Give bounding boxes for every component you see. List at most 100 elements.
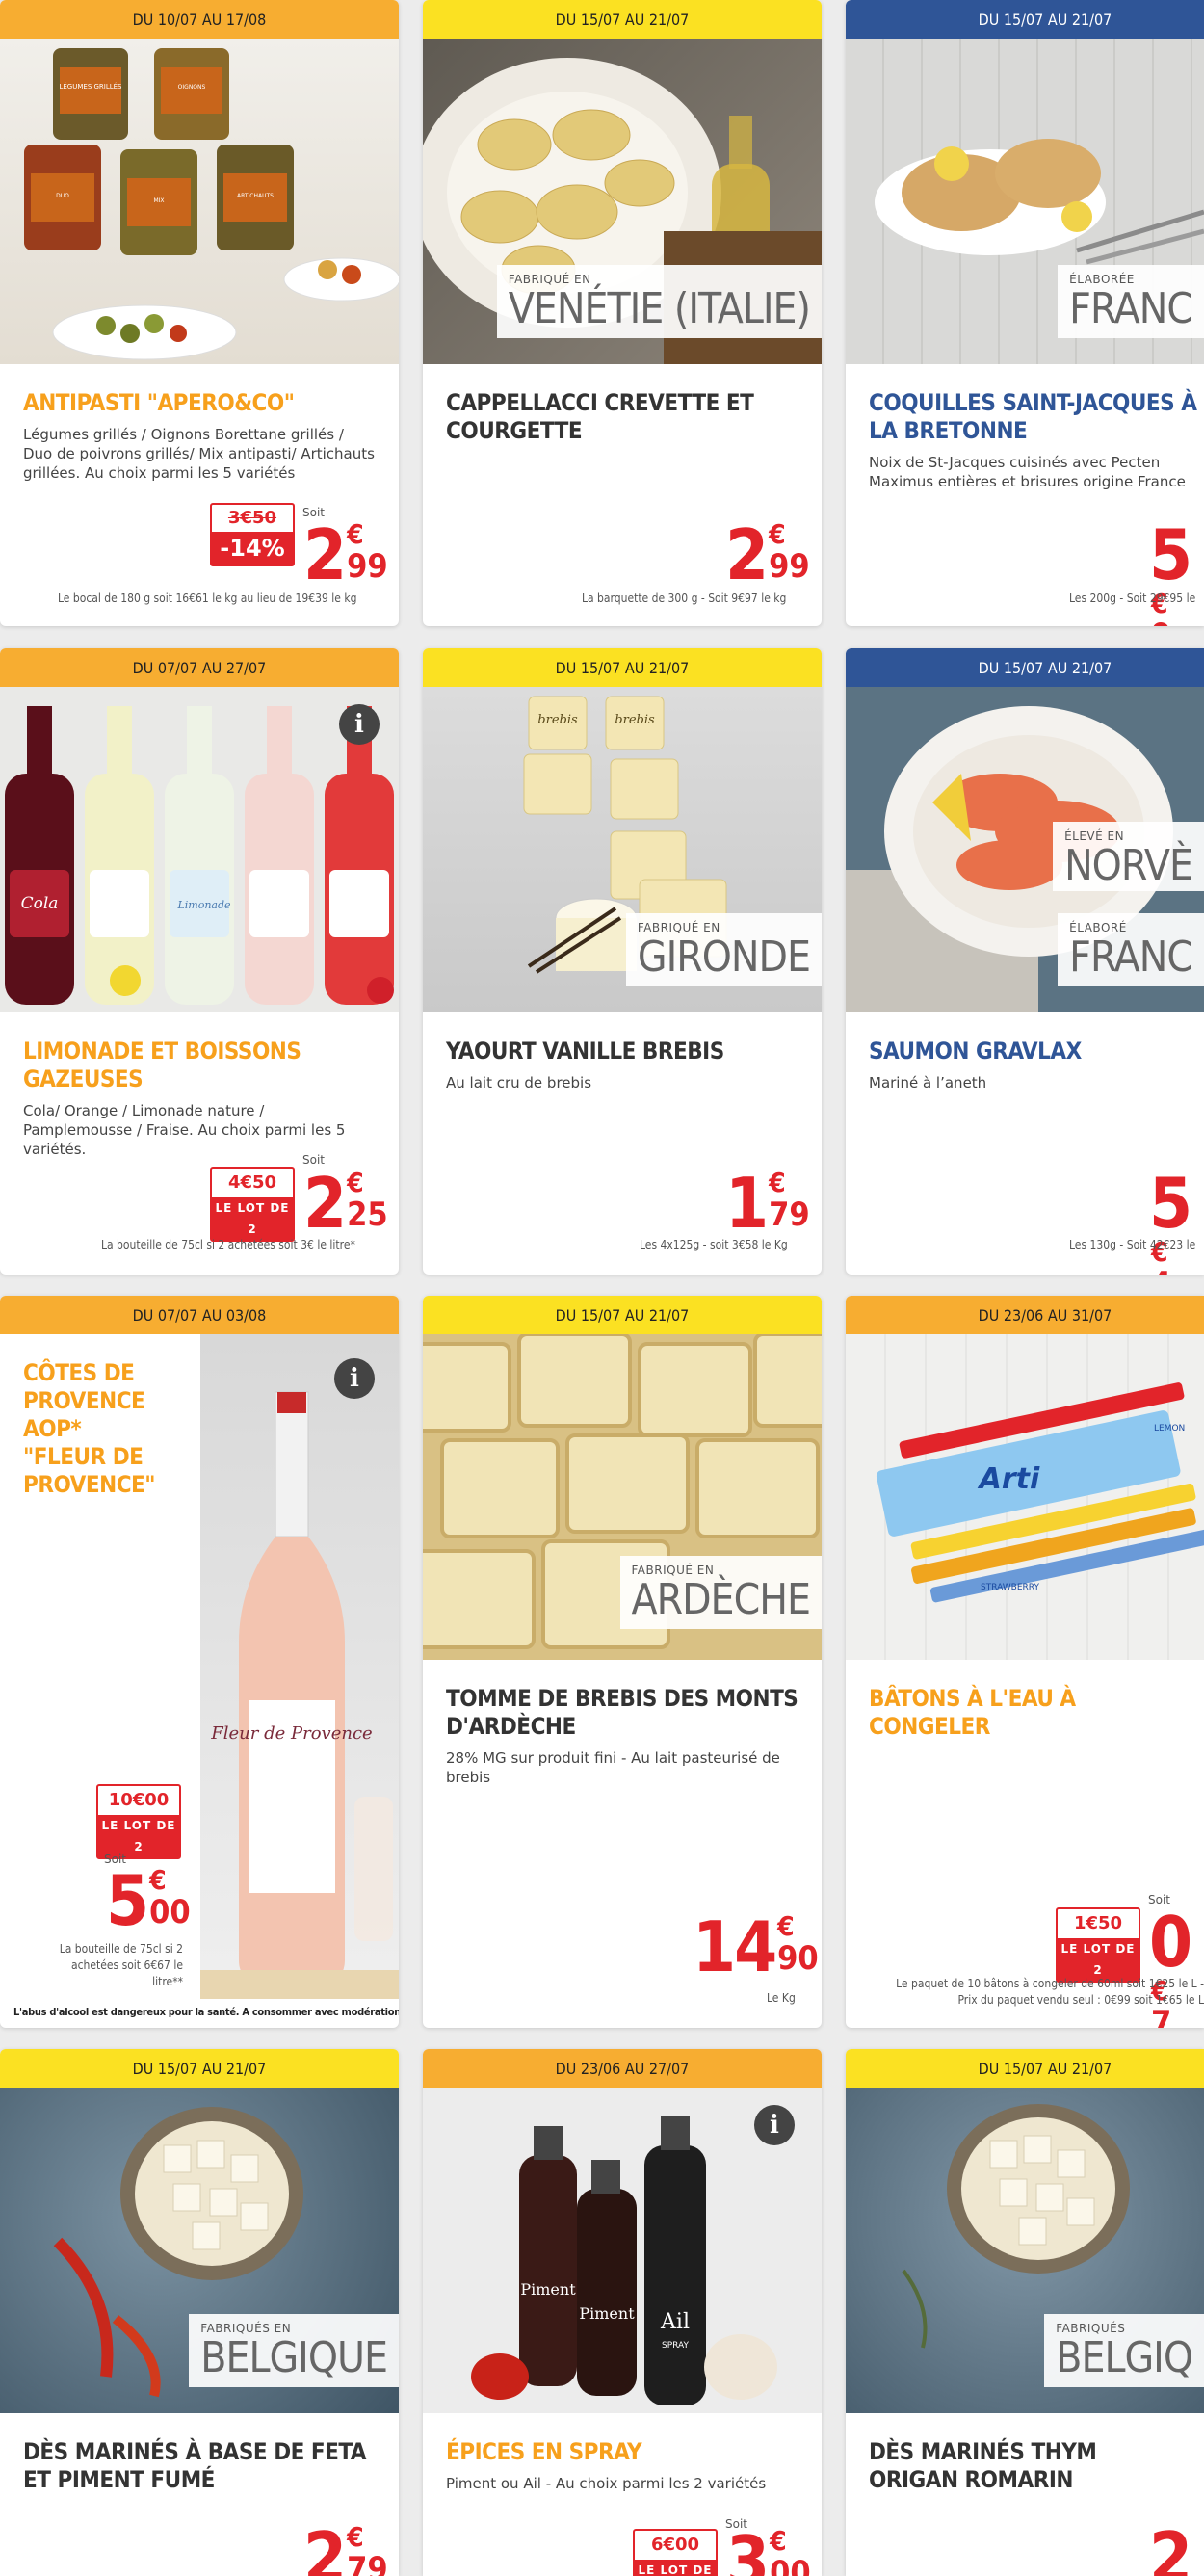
price-footnote: Les 200g - Soit 29€95 le [1069,591,1196,605]
product-title: TOMME DE BREBIS DES MONTS D'ARDÈCHE [446,1685,798,1740]
product-card-limonade[interactable]: DU 07/07 AU 27/07 Cola Limonade i LIMONA… [0,648,399,1275]
promo-date-banner: DU 07/07 AU 03/08 [0,1296,399,1334]
price: 2 €79 [303,2517,388,2576]
product-card-coquilles[interactable]: DU 15/07 AU 21/07 ÉLABORÉE FRANC COQUILL… [846,0,1204,626]
lot-badge: 6€00 LE LOT DE 2 [633,2529,718,2576]
product-card-des-marines-feta[interactable]: DU 15/07 AU 21/07 FABRIQUÉS EN BELGIQUE … [0,2049,399,2576]
svg-text:SPRAY: SPRAY [662,2341,689,2351]
info-icon[interactable]: i [334,1358,375,1399]
svg-text:LEMON: LEMON [1154,1424,1185,1433]
promo-date-banner: DU 23/06 AU 31/07 [846,1296,1204,1334]
product-description: 28% MG sur produit fini - Au lait pasteu… [446,1749,780,1786]
price: 2 €25 [303,1163,388,1244]
product-card-antipasti[interactable]: DU 10/07 AU 17/08 LÉGUMES GRILLÉS OIGNON… [0,0,399,626]
price-footnote: Les 130g - Soit 42€23 le [1069,1238,1196,1251]
product-card-batons-glace[interactable]: DU 23/06 AU 31/07 Arti LEMON STRAWBERRY … [846,1296,1204,2028]
origin-tag: FABRIQUÉ EN ARDÈCHE [619,1556,822,1629]
product-description: Légumes grillés / Oignons Borettane gril… [23,426,375,482]
svg-text:Piment: Piment [579,2304,635,2323]
product-title: BÂTONS À L'EAU À CONGELER [869,1685,1076,1740]
price-footnote: La bouteille de 75cl si 2 achetées soit … [101,1238,355,1251]
promo-date-banner: DU 15/07 AU 21/07 [423,648,822,687]
price: 2 €99 [303,514,388,595]
product-photo: brebis brebis FABRIQUÉ EN GIRONDE [423,687,822,1012]
product-title: DÈS MARINÉS À BASE DE FETA ET PIMENT FUM… [23,2438,366,2493]
promo-date-banner: DU 15/07 AU 21/07 [846,2049,1204,2088]
discount-badge: 3€50 -14% [210,503,295,566]
svg-text:OIGNONS: OIGNONS [178,84,206,91]
svg-text:brebis: brebis [537,713,578,727]
svg-text:STRAWBERRY: STRAWBERRY [981,1583,1039,1592]
lot-old-price: 6€00 [650,2535,700,2555]
promo-date-banner: DU 07/07 AU 27/07 [0,648,399,687]
svg-text:Limonade: Limonade [176,899,231,911]
promo-date-banner: DU 15/07 AU 21/07 [423,1296,822,1334]
product-description: Noix de St-Jacques cuisinés avec Pecten … [869,454,1186,490]
lot-old-price: 4€50 [227,1172,277,1193]
wine-bottle-image: Fleur de Provence [200,1391,399,1999]
price: 3 €00 [726,2521,811,2576]
svg-text:Ail: Ail [660,2310,690,2334]
lot-badge: 4€50 LE LOT DE 2 [210,1167,295,1242]
origin-tag: FABRIQUÉ EN VENÉTIE (ITALIE) [496,265,822,338]
origin-tag: FABRIQUÉS BELGIQ [1044,2314,1204,2387]
product-card-epices-spray[interactable]: DU 23/06 AU 27/07 Piment Piment Ail SPRA… [423,2049,822,2576]
product-card-des-marines-thym[interactable]: DU 15/07 AU 21/07 FABRIQUÉS BELGIQ DÈS M… [846,2049,1204,2576]
alcohol-disclaimer: L'abus d'alcool est dangereux pour la sa… [13,2006,399,2018]
info-icon[interactable]: i [754,2105,795,2145]
origin-tag: FABRIQUÉ EN GIRONDE [625,913,822,986]
price: 0 €7 [1149,1902,1192,2028]
product-title: CAPPELLACCI CREVETTE ET COURGETTE [446,389,754,444]
origin-tag: FABRIQUÉS EN BELGIQUE [189,2314,399,2387]
product-photo: FABRIQUÉ EN VENÉTIE (ITALIE) [423,39,822,364]
promo-date-banner: DU 15/07 AU 21/07 [846,648,1204,687]
product-title: DÈS MARINÉS THYM ORIGAN ROMARIN [869,2438,1097,2493]
product-photo: Cola Limonade i [0,687,399,1012]
product-photo: FABRIQUÉ EN ARDÈCHE [423,1334,822,1660]
price: 5 €00 [106,1860,191,1941]
lot-badge: 1€50 LE LOT DE 2 [1056,1907,1140,1983]
price: 5€9 [1149,514,1192,626]
product-photo: FABRIQUÉS EN BELGIQUE [0,2088,399,2413]
product-photo: Piment Piment Ail SPRAY i [423,2088,822,2413]
lot-old-price: 1€50 [1073,1913,1123,1933]
svg-text:Piment: Piment [520,2280,576,2299]
price-footnote: Le bocal de 180 g soit 16€61 le kg au li… [58,591,357,605]
promo-date-banner: DU 23/06 AU 27/07 [423,2049,822,2088]
wine-photo: Fleur de Provence i [200,1334,399,1999]
svg-text:DUO: DUO [56,193,69,199]
promo-date-banner: DU 10/07 AU 17/08 [0,0,399,39]
product-photo: FABRIQUÉS BELGIQ [846,2088,1204,2413]
svg-text:Arti: Arti [978,1462,1040,1496]
antipasti-jars-image: LÉGUMES GRILLÉS OIGNONS DUO MIX ARTICHAU… [24,48,399,360]
lot-label: LE LOT DE 2 [635,2560,716,2576]
svg-text:MIX: MIX [153,197,164,204]
price-footnote: La barquette de 300 g - Soit 9€97 le kg [582,591,787,605]
ice-pops-image: Arti LEMON STRAWBERRY [876,1382,1204,1603]
origin-tag: ÉLEVÉ EN NORVÈ [1053,822,1204,891]
origin-tag-2: ÉLABORÉ FRANC [1058,913,1204,986]
svg-text:ARTICHAUTS: ARTICHAUTS [237,193,274,199]
price: 14 €90 [693,1906,819,1987]
product-card-cappellacci[interactable]: DU 15/07 AU 21/07 FABRIQUÉ EN VENÉTIE (I… [423,0,822,626]
product-description: Mariné à l’aneth [869,1074,987,1091]
lot-label: LE LOT DE 2 [98,1815,179,1857]
product-card-saumon[interactable]: DU 15/07 AU 21/07 ÉLEVÉ EN NORVÈ ÉLABORÉ… [846,648,1204,1275]
product-card-tomme[interactable]: DU 15/07 AU 21/07 FABRIQUÉ EN ARDÈCHE TO… [423,1296,822,2028]
product-photo: LÉGUMES GRILLÉS OIGNONS DUO MIX ARTICHAU… [0,39,399,364]
info-icon[interactable]: i [339,704,380,745]
lot-badge: 10€00 LE LOT DE 2 [96,1784,181,1859]
product-title: SAUMON GRAVLAX [869,1038,1082,1065]
product-photo: ÉLEVÉ EN NORVÈ ÉLABORÉ FRANC [846,687,1204,1012]
lot-label: LE LOT DE 2 [1058,1938,1139,1981]
product-description: Piment ou Ail - Au choix parmi les 2 var… [446,2475,767,2492]
product-photo: Arti LEMON STRAWBERRY [846,1334,1204,1660]
price-footnote: Le paquet de 10 bâtons à congeler de 60m… [896,1977,1204,2007]
price-footnote: La bouteille de 75cl si 2 achetées soit … [59,1942,183,1988]
promo-date-banner: DU 15/07 AU 21/07 [0,2049,399,2088]
product-card-yaourt[interactable]: DU 15/07 AU 21/07 brebis brebis FABRIQUÉ… [423,648,822,1275]
product-card-cotes-de-provence[interactable]: DU 07/07 AU 03/08 Fleur de Provence i CÔ… [0,1296,399,2028]
svg-text:Cola: Cola [21,894,59,913]
product-description: Cola/ Orange / Limonade nature / Pamplem… [23,1102,346,1158]
price: 1 €79 [725,1163,810,1244]
